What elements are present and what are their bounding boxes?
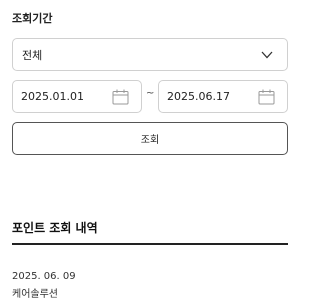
- search-button[interactable]: 조회: [12, 122, 288, 155]
- history-title: 포인트 조회 내역: [12, 221, 98, 235]
- period-label: 조회기간: [12, 12, 53, 25]
- calendar-icon[interactable]: [112, 89, 129, 105]
- end-date-field[interactable]: 2025.06.17: [158, 80, 288, 113]
- date-range-separator: ~: [146, 88, 155, 99]
- period-select-value: 전체: [22, 48, 43, 62]
- point-history-page: 조회기간 전체 2025.01.01 ~ 2025.06.17 조회 포인트 조…: [0, 0, 300, 300]
- history-entry-date: 2025. 06. 09: [12, 271, 76, 282]
- chevron-down-icon: [261, 51, 273, 58]
- period-select[interactable]: 전체: [12, 38, 288, 71]
- history-entry-description: 케어솔루션: [12, 289, 58, 300]
- calendar-icon[interactable]: [258, 89, 275, 105]
- history-divider: [12, 243, 288, 245]
- start-date-value: 2025.01.01: [21, 90, 84, 103]
- end-date-value: 2025.06.17: [167, 90, 230, 103]
- start-date-field[interactable]: 2025.01.01: [12, 80, 142, 113]
- history-entry[interactable]: 2025. 06. 09 케어솔루션: [12, 270, 76, 300]
